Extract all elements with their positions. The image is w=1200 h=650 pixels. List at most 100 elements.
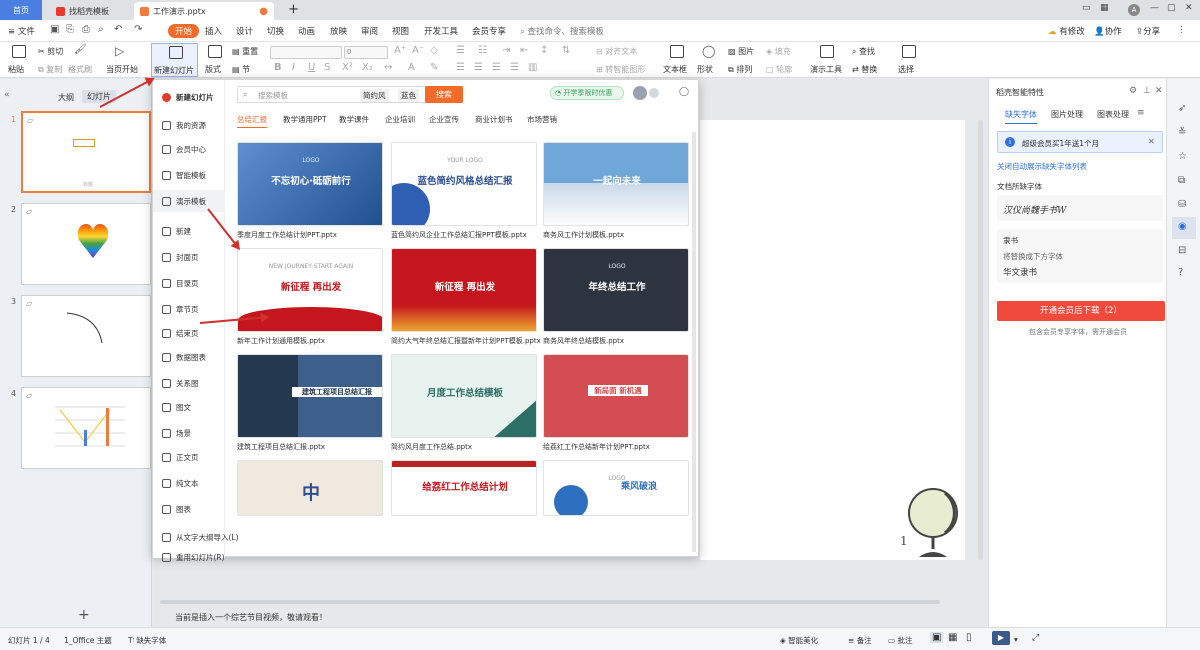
template-card[interactable]: 新局面 新机遇 <box>543 354 689 438</box>
reading-view-icon[interactable]: ▯ <box>966 632 972 643</box>
settings-icon[interactable]: ⚙ <box>1129 86 1137 96</box>
convert-smartart-button[interactable]: ⊞ 转智能图形 <box>596 64 645 75</box>
cut-button[interactable]: ✂ 剪切 <box>38 46 63 57</box>
sorter-view-icon[interactable]: ▦ <box>948 632 957 643</box>
export-icon[interactable]: ⎘ <box>66 24 74 35</box>
category-tab[interactable]: 企业培训 <box>385 114 415 125</box>
sidebar-item-text[interactable]: 纯文本 <box>153 472 225 494</box>
indent-icon[interactable]: ⇥ <box>502 45 510 56</box>
star-icon[interactable]: ☆ <box>1178 151 1187 162</box>
share-button[interactable]: ⇪分享 <box>1136 25 1160 37</box>
undo-icon[interactable]: ↶ <box>114 24 122 35</box>
horizontal-scrollbar[interactable] <box>160 600 940 604</box>
fit-window-icon[interactable]: ⤢ <box>1032 633 1039 643</box>
align-center-icon[interactable]: ☰ <box>474 62 483 73</box>
category-tab[interactable]: 总结汇报 <box>237 114 267 128</box>
align-left-icon[interactable]: ☰ <box>456 62 465 73</box>
template-caption[interactable]: 商务风工作计划模板.pptx <box>543 230 693 240</box>
sidebar-item-resource[interactable]: 我的资源 <box>153 114 225 136</box>
numbering-icon[interactable]: ☷ <box>478 45 487 56</box>
close-panel-icon[interactable]: ✕ <box>1155 86 1163 96</box>
menu-insert[interactable]: 插入 <box>205 25 222 37</box>
play-slideshow-button[interactable]: ▶ <box>992 631 1010 645</box>
select-button[interactable]: 选择 <box>898 64 914 75</box>
grid-icon[interactable]: ▦ <box>1100 3 1109 13</box>
sidebar-item-relation[interactable]: 关系图 <box>153 372 225 394</box>
vertical-scrollbar[interactable] <box>978 120 983 560</box>
grid-scrollbar[interactable] <box>692 132 696 552</box>
highlight-icon[interactable]: ✎ <box>430 62 438 73</box>
columns-icon[interactable]: ▥ <box>528 62 537 73</box>
text-box-icon[interactable] <box>670 45 684 58</box>
font-color-icon[interactable]: A <box>408 62 415 73</box>
chip-blue[interactable]: 蓝色 <box>398 89 419 102</box>
italic-icon[interactable]: I <box>292 62 295 73</box>
outline-button[interactable]: □ 轮廓 <box>766 64 792 75</box>
new-slide-button[interactable]: 新建幻灯片 <box>151 43 198 77</box>
smart-feature-icon[interactable]: ◉ <box>1178 221 1187 232</box>
paste-icon[interactable] <box>12 45 26 58</box>
sidebar-item-new[interactable]: 新建 <box>153 220 225 242</box>
avatar[interactable]: A <box>1128 4 1140 16</box>
template-card[interactable]: 不忘初心·砥砺前行 LOGO <box>237 142 383 226</box>
new-tab-button[interactable]: + <box>282 0 305 18</box>
avatar[interactable] <box>633 86 647 100</box>
maximize-icon[interactable]: ▢ <box>1167 3 1176 13</box>
sidebar-item-member[interactable]: 会员中心 <box>153 138 225 160</box>
template-caption[interactable]: 季度月度工作总结计划PPT.pptx <box>237 230 387 240</box>
arrange-button[interactable]: ⧉ 排列 <box>728 64 752 75</box>
menu-animation[interactable]: 动画 <box>298 25 315 37</box>
template-search-button[interactable]: 搜索 <box>425 86 463 103</box>
copy-panel-icon[interactable]: ⧉ <box>1178 175 1185 186</box>
menu-design[interactable]: 设计 <box>236 25 253 37</box>
adjust-icon[interactable]: ≚ <box>1178 127 1186 138</box>
slide-thumbnail-1[interactable]: ▱ 标题 <box>21 111 151 193</box>
bold-icon[interactable]: B <box>274 62 282 73</box>
menu-dev-tools[interactable]: 开发工具 <box>424 25 458 37</box>
help-icon[interactable]: ? <box>1178 267 1183 278</box>
reuse-slides-button[interactable]: 重用幻灯片(R) <box>153 546 313 568</box>
comments-button[interactable]: ▭ 批注 <box>888 635 912 646</box>
superscript-icon[interactable]: X² <box>342 62 353 73</box>
text-direction-icon[interactable]: ⇅ <box>562 45 570 56</box>
close-auto-show-link[interactable]: 关闭自动展示缺失字体列表 <box>997 161 1087 172</box>
char-spacing-icon[interactable]: ↔ <box>384 62 392 73</box>
reset-button[interactable]: ▤ 重置 <box>232 46 258 57</box>
template-caption[interactable]: 蓝色简约风企业工作总结汇报PPT模板.pptx <box>391 230 541 240</box>
clear-format-icon[interactable]: ◇ <box>430 45 438 56</box>
rocket-icon[interactable]: ➶ <box>1178 103 1186 114</box>
window-layout-icon[interactable]: ▭ <box>1082 3 1091 13</box>
template-card[interactable]: 乘风破浪 LOGO <box>543 460 689 516</box>
print-icon[interactable]: ⎙ <box>82 24 90 35</box>
chip-simple[interactable]: 简约风 <box>360 89 389 102</box>
slide-thumbnail-3[interactable]: ▱ <box>21 295 151 377</box>
subscript-icon[interactable]: X₂ <box>362 62 373 73</box>
close-notice-icon[interactable]: ✕ <box>1148 137 1155 146</box>
present-tools-icon[interactable] <box>820 45 834 58</box>
tab-outline[interactable]: 大纲 <box>58 92 74 103</box>
play-icon[interactable]: ▷ <box>115 44 124 58</box>
font-family-select[interactable] <box>270 46 342 59</box>
template-caption[interactable]: 商务风年终总结模板.pptx <box>543 336 693 346</box>
promo-badge[interactable]: ◔ 开学季限时优惠 <box>550 86 624 100</box>
sidebar-item-smart-template[interactable]: 智能模板 <box>153 164 225 186</box>
more-icon[interactable]: ⋮ <box>1177 25 1186 35</box>
format-painter-icon[interactable]: 🖌 <box>74 44 87 55</box>
current-slide[interactable]: 1 <box>700 120 965 560</box>
minimize-icon[interactable]: — <box>1150 3 1159 13</box>
template-card[interactable]: 年终总结工作 LOGO <box>543 248 689 332</box>
play-options-icon[interactable]: ▾ <box>1014 635 1018 644</box>
menu-transition[interactable]: 切换 <box>267 25 284 37</box>
shape-icon[interactable]: ◯ <box>702 44 715 58</box>
text-box-button[interactable]: 文本框 <box>663 64 687 75</box>
present-tools-button[interactable]: 演示工具 <box>810 64 842 75</box>
close-icon[interactable]: ✕ <box>1185 3 1193 13</box>
menu-home[interactable]: 开始 <box>168 24 200 38</box>
sidebar-item-chart[interactable]: 数据图表 <box>153 346 225 368</box>
slide-thumbnail-2[interactable]: ▱ <box>21 203 151 285</box>
has-changes-button[interactable]: ☁ 有修改 <box>1048 25 1085 37</box>
menu-member[interactable]: 会员专享 <box>472 25 506 37</box>
category-tab[interactable]: 企业宣传 <box>429 114 459 125</box>
collaborate-button[interactable]: 👤协作 <box>1094 25 1122 37</box>
underline-icon[interactable]: U <box>308 62 315 73</box>
